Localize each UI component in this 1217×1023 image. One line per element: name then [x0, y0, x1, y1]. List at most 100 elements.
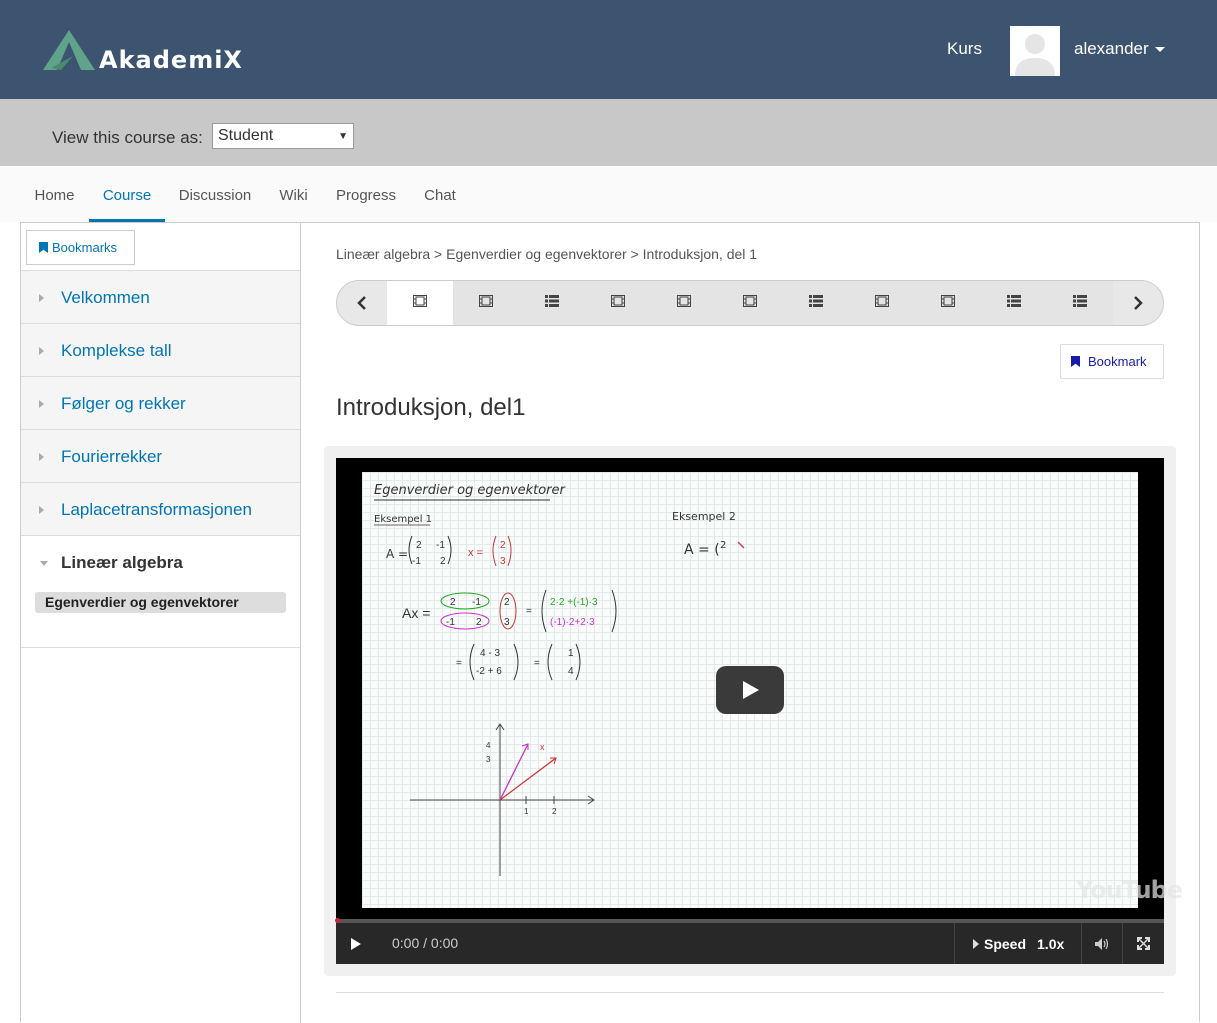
chapter-label: Lineær algebra [61, 553, 183, 572]
chevron-right-icon [1134, 296, 1143, 310]
svg-text:4: 4 [568, 666, 574, 677]
breadcrumb: Lineær algebra > Egenverdier og egenvekt… [336, 246, 758, 262]
tab-discussion[interactable]: Discussion [165, 166, 265, 222]
tab-course[interactable]: Course [89, 166, 165, 222]
sequence-item-list[interactable] [783, 281, 849, 325]
user-menu[interactable]: alexander [1074, 39, 1165, 59]
sequence-item-list[interactable] [1047, 281, 1113, 325]
list-icon [1073, 294, 1087, 312]
svg-text:3: 3 [486, 755, 491, 764]
svg-text:A =: A = [386, 547, 408, 561]
list-icon [545, 294, 559, 312]
video-controls: 0:00 / 0:00 Speed 1.0x [336, 923, 1164, 964]
speed-button[interactable]: Speed 1.0x [954, 923, 1082, 964]
sequence-item-list[interactable] [519, 281, 585, 325]
tab-wiki[interactable]: Wiki [265, 166, 322, 222]
sequence-item-video[interactable] [585, 281, 651, 325]
view-as-value: Student [218, 127, 274, 144]
film-icon [677, 294, 691, 312]
svg-text:3: 3 [500, 556, 506, 567]
volume-button[interactable] [1082, 923, 1123, 964]
svg-text:2: 2 [440, 556, 446, 567]
previous-unit-button[interactable] [337, 281, 387, 325]
chapter-item[interactable]: Velkommen [21, 270, 300, 323]
video-frame[interactable]: Egenverdier og egenvektorer Eksempel 1 E… [336, 458, 1183, 919]
svg-text:2: 2 [476, 617, 482, 628]
tab-home[interactable]: Home [20, 166, 89, 222]
play-icon [743, 681, 759, 699]
svg-text:2: 2 [552, 807, 557, 816]
view-as-label: View this course as: [52, 128, 203, 147]
view-as-select[interactable]: Student ▼ [212, 123, 354, 149]
sequence-item-video[interactable] [387, 281, 453, 325]
course-tabs: Home Course Discussion Wiki Progress Cha… [0, 166, 1217, 222]
svg-text:2·2 +(-1)·3: 2·2 +(-1)·3 [550, 597, 598, 608]
chapter-item[interactable]: Laplacetransformasjonen [21, 482, 300, 535]
film-icon [413, 294, 427, 312]
sequence-item-video[interactable] [717, 281, 783, 325]
caret-right-icon [973, 938, 979, 949]
list-icon [1007, 294, 1021, 312]
course-sidebar: Bookmarks Velkommen Komplekse tall Følge… [21, 223, 301, 1023]
svg-text:2: 2 [504, 597, 510, 608]
sequence-item-video[interactable] [651, 281, 717, 325]
bookmark-icon [1071, 356, 1080, 367]
svg-text:1: 1 [568, 648, 574, 659]
chapter-label: Fourierrekker [61, 447, 163, 466]
sequence-item-list[interactable] [981, 281, 1047, 325]
chapter-item[interactable]: Følger og rekker [21, 376, 300, 429]
youtube-logo[interactable]: YouTube [1076, 876, 1183, 904]
sequence-item-video[interactable] [915, 281, 981, 325]
next-unit-button[interactable] [1113, 281, 1163, 325]
chevron-right-icon [39, 506, 44, 514]
akademix-logo[interactable]: AkademiX [41, 28, 242, 74]
subsection-item-active[interactable]: Egenverdier og egenvektorer [35, 592, 286, 613]
svg-text:-1: -1 [446, 617, 455, 628]
staff-preview-bar: View this course as: Student ▼ [0, 99, 1217, 166]
play-icon [351, 938, 361, 950]
chapter-item[interactable]: Fourierrekker [21, 429, 300, 482]
svg-text:4 - 3: 4 - 3 [480, 648, 500, 659]
chapter-item[interactable]: Komplekse tall [21, 323, 300, 376]
svg-text:x: x [540, 742, 545, 752]
sequence-item-video[interactable] [849, 281, 915, 325]
svg-text:2: 2 [450, 597, 456, 608]
film-icon [743, 294, 757, 312]
whiteboard-title: Egenverdier og egenvektorer [374, 483, 567, 498]
svg-text:(-1)·2+2·3: (-1)·2+2·3 [550, 617, 595, 628]
chapter-label: Komplekse tall [61, 341, 172, 360]
bookmarks-label: Bookmarks [52, 240, 118, 255]
chapter-item-open[interactable]: Lineær algebra Egenverdier og egenvektor… [21, 535, 300, 648]
tab-chat[interactable]: Chat [410, 166, 470, 222]
chevron-right-icon [39, 294, 44, 302]
site-header: AkademiX Kurs alexander [0, 0, 1217, 99]
bookmark-icon [39, 242, 48, 253]
film-icon [875, 294, 889, 312]
svg-text:A = (: A = ( [684, 542, 720, 558]
chevron-down-icon [40, 561, 48, 566]
tab-progress[interactable]: Progress [322, 166, 410, 222]
svg-text:2: 2 [720, 540, 726, 551]
speed-label: Speed [984, 935, 1027, 952]
sequence-item-video[interactable] [453, 281, 519, 325]
chapter-list: Velkommen Komplekse tall Følger og rekke… [21, 270, 300, 648]
chapter-label: Velkommen [61, 288, 150, 307]
chapter-label: Laplacetransformasjonen [61, 500, 252, 519]
nav-kurs-link[interactable]: Kurs [947, 39, 982, 59]
bookmarks-button[interactable]: Bookmarks [26, 230, 135, 265]
chevron-left-icon [357, 296, 366, 310]
whiteboard-example-2: Eksempel 2 [672, 510, 736, 523]
bookmark-button[interactable]: Bookmark [1060, 344, 1164, 379]
play-overlay-button[interactable] [716, 666, 784, 714]
list-icon [809, 294, 823, 312]
avatar[interactable] [1010, 26, 1060, 76]
sequence-nav [336, 280, 1164, 326]
fullscreen-button[interactable] [1123, 923, 1164, 964]
speed-value: 1.0x [1037, 935, 1065, 952]
svg-text:x =: x = [468, 547, 483, 559]
film-icon [479, 294, 493, 312]
video-player: Egenverdier og egenvektorer Eksempel 1 E… [324, 446, 1183, 976]
film-icon [611, 294, 625, 312]
user-silhouette-icon [1010, 26, 1060, 76]
play-button[interactable] [350, 937, 362, 956]
